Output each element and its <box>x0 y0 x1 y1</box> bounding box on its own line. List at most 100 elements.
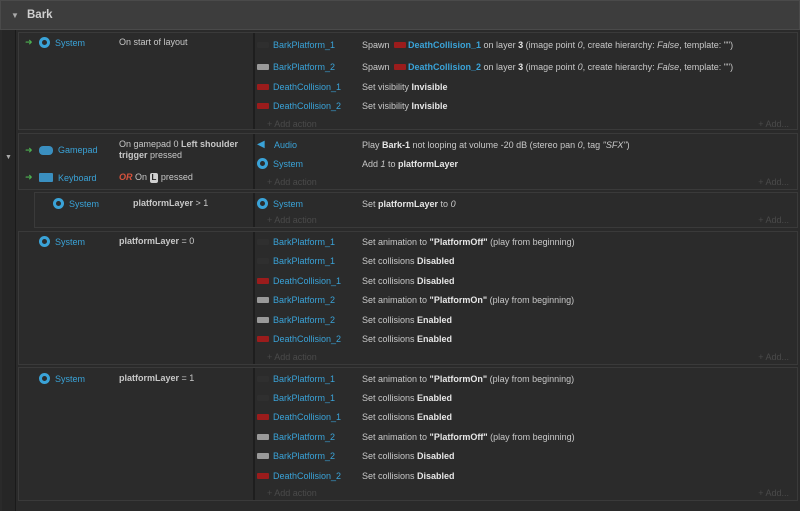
action-row[interactable]: BarkPlatform_2 Set animation to "Platfor… <box>257 427 575 446</box>
action-text: Set collisions Enabled <box>362 411 453 422</box>
action-text: Add 1 to platformLayer <box>362 158 459 169</box>
object-thumbnail-icon <box>257 375 269 382</box>
add-action-link[interactable]: + Add action <box>267 488 317 498</box>
conditions-column: ➜ Gamepad On gamepad 0 Left shoulder tri… <box>19 134 255 189</box>
actions-column: System Set platformLayer to 0 + Add acti… <box>257 193 797 227</box>
object-thumbnail-icon <box>257 257 269 264</box>
object-thumbnail-icon <box>394 41 407 48</box>
action-row[interactable]: BarkPlatform_1 Set collisions Enabled <box>257 388 452 407</box>
condition-row[interactable]: ➜ System On start of layout <box>25 33 188 52</box>
conditions-column: System platformLayer > 1 <box>35 193 255 227</box>
event-gutter: ▼ <box>2 30 16 511</box>
action-row[interactable]: BarkPlatform_1 Set animation to "Platfor… <box>257 369 574 388</box>
action-row[interactable]: ◀ Audio Play Bark-1 not looping at volume… <box>257 135 630 154</box>
action-row[interactable]: System Set platformLayer to 0 <box>257 194 456 213</box>
action-text: Set animation to "PlatformOn" (play from… <box>362 373 575 384</box>
action-text: Set collisions Disabled <box>362 470 455 481</box>
collapse-toggle-icon[interactable]: ▼ <box>11 11 27 20</box>
condition-object: System <box>39 236 119 247</box>
actions-column: ◀ Audio Play Bark-1 not looping at volume… <box>257 134 797 189</box>
actions-column: BarkPlatform_1 Spawn DeathCollision_1 on… <box>257 33 797 129</box>
action-object: DeathCollision_2 <box>257 334 357 344</box>
object-thumbnail-icon <box>257 394 269 401</box>
action-object: DeathCollision_1 <box>257 82 357 92</box>
event-block[interactable]: System platformLayer = 1 BarkPlatform_1 … <box>18 367 798 501</box>
group-title: Bark <box>27 9 53 21</box>
action-row[interactable]: BarkPlatform_2 Set collisions Enabled <box>257 310 452 329</box>
sub-event-block[interactable]: System platformLayer > 1 System Set plat… <box>34 192 798 228</box>
action-row[interactable]: DeathCollision_2 Set collisions Enabled <box>257 329 452 348</box>
action-object: System <box>257 158 357 169</box>
action-object: DeathCollision_1 <box>257 276 357 286</box>
conditions-column: ➜ System On start of layout <box>19 33 255 129</box>
action-row[interactable]: DeathCollision_2 Set visibility Invisibl… <box>257 96 448 115</box>
action-text: Spawn DeathCollision_1 on layer 3 (image… <box>362 39 734 50</box>
action-row[interactable]: BarkPlatform_2 Set animation to "Platfor… <box>257 290 574 309</box>
action-text: Set collisions Disabled <box>362 450 455 461</box>
gear-icon <box>53 198 64 209</box>
chevron-down-icon[interactable]: ▼ <box>5 154 12 161</box>
action-object: BarkPlatform_2 <box>257 295 357 305</box>
action-text: Set collisions Enabled <box>362 333 453 344</box>
condition-object: Gamepad <box>39 145 119 155</box>
add-action-link[interactable]: + Add action <box>267 119 317 129</box>
add-more-link[interactable]: + Add... <box>758 119 789 129</box>
gear-icon <box>39 236 50 247</box>
action-row[interactable]: BarkPlatform_2 Spawn DeathCollision_2 on… <box>257 57 733 76</box>
add-more-link[interactable]: + Add... <box>758 488 789 498</box>
condition-row[interactable]: System platformLayer = 0 <box>39 232 194 251</box>
condition-row[interactable]: ➜ Keyboard OR On L pressed <box>25 168 193 187</box>
action-object: BarkPlatform_1 <box>257 374 357 384</box>
event-block[interactable]: ➜ System On start of layout BarkPlatform… <box>18 32 798 130</box>
event-group-header[interactable]: ▼ Bark <box>0 0 800 30</box>
condition-text: OR On L pressed <box>119 172 193 183</box>
action-row[interactable]: DeathCollision_2 Set collisions Disabled <box>257 466 455 485</box>
add-action-link[interactable]: + Add action <box>267 177 317 187</box>
condition-object: Keyboard <box>39 173 119 183</box>
actions-column: BarkPlatform_1 Set animation to "Platfor… <box>257 232 797 364</box>
action-row[interactable]: BarkPlatform_2 Set collisions Disabled <box>257 446 455 465</box>
object-thumbnail-icon <box>257 296 269 303</box>
condition-row[interactable]: System platformLayer = 1 <box>39 369 194 388</box>
add-more-link[interactable]: + Add... <box>758 215 789 225</box>
condition-row[interactable]: System platformLayer > 1 <box>53 194 208 213</box>
speaker-icon: ◀ <box>257 138 265 150</box>
gamepad-icon <box>39 145 53 155</box>
condition-text: On start of layout <box>119 37 188 47</box>
action-row[interactable]: BarkPlatform_1 Set collisions Disabled <box>257 251 455 270</box>
object-thumbnail-icon <box>257 316 269 323</box>
object-thumbnail-icon <box>257 335 269 342</box>
action-row[interactable]: DeathCollision_1 Set collisions Enabled <box>257 407 452 426</box>
condition-row[interactable]: ➜ Gamepad On gamepad 0 Left shoulder tri… <box>25 138 249 162</box>
action-row[interactable]: BarkPlatform_1 Set animation to "Platfor… <box>257 232 575 251</box>
condition-text: platformLayer = 1 <box>119 373 195 383</box>
action-object: BarkPlatform_1 <box>257 237 357 247</box>
actions-column: BarkPlatform_1 Set animation to "Platfor… <box>257 368 797 500</box>
object-thumbnail-icon <box>257 238 269 245</box>
action-text: Spawn DeathCollision_2 on layer 3 (image… <box>362 61 734 72</box>
action-row[interactable]: DeathCollision_1 Set collisions Disabled <box>257 271 455 290</box>
action-row[interactable]: System Add 1 to platformLayer <box>257 154 458 173</box>
trigger-arrow-icon: ➜ <box>25 172 33 182</box>
event-block[interactable]: System platformLayer = 0 BarkPlatform_1 … <box>18 231 798 365</box>
object-thumbnail-icon <box>257 41 269 48</box>
action-object: System <box>257 198 357 209</box>
action-text: Set visibility Invisible <box>362 81 448 92</box>
conditions-column: System platformLayer = 1 <box>19 368 255 500</box>
add-action-link[interactable]: + Add action <box>267 352 317 362</box>
add-action-link[interactable]: + Add action <box>267 215 317 225</box>
conditions-column: System platformLayer = 0 <box>19 232 255 364</box>
gear-icon <box>257 158 268 169</box>
add-more-link[interactable]: + Add... <box>758 352 789 362</box>
object-thumbnail-icon <box>257 433 269 440</box>
action-row[interactable]: DeathCollision_1 Set visibility Invisibl… <box>257 77 448 96</box>
gear-icon <box>39 37 50 48</box>
add-more-link[interactable]: + Add... <box>758 177 789 187</box>
object-thumbnail-icon <box>257 102 269 109</box>
gear-icon <box>257 198 268 209</box>
trigger-arrow-icon: ➜ <box>25 144 33 155</box>
gear-icon <box>39 373 50 384</box>
event-block[interactable]: ➜ Gamepad On gamepad 0 Left shoulder tri… <box>18 133 798 190</box>
action-row[interactable]: BarkPlatform_1 Spawn DeathCollision_1 on… <box>257 35 733 54</box>
object-thumbnail-icon <box>257 277 269 284</box>
